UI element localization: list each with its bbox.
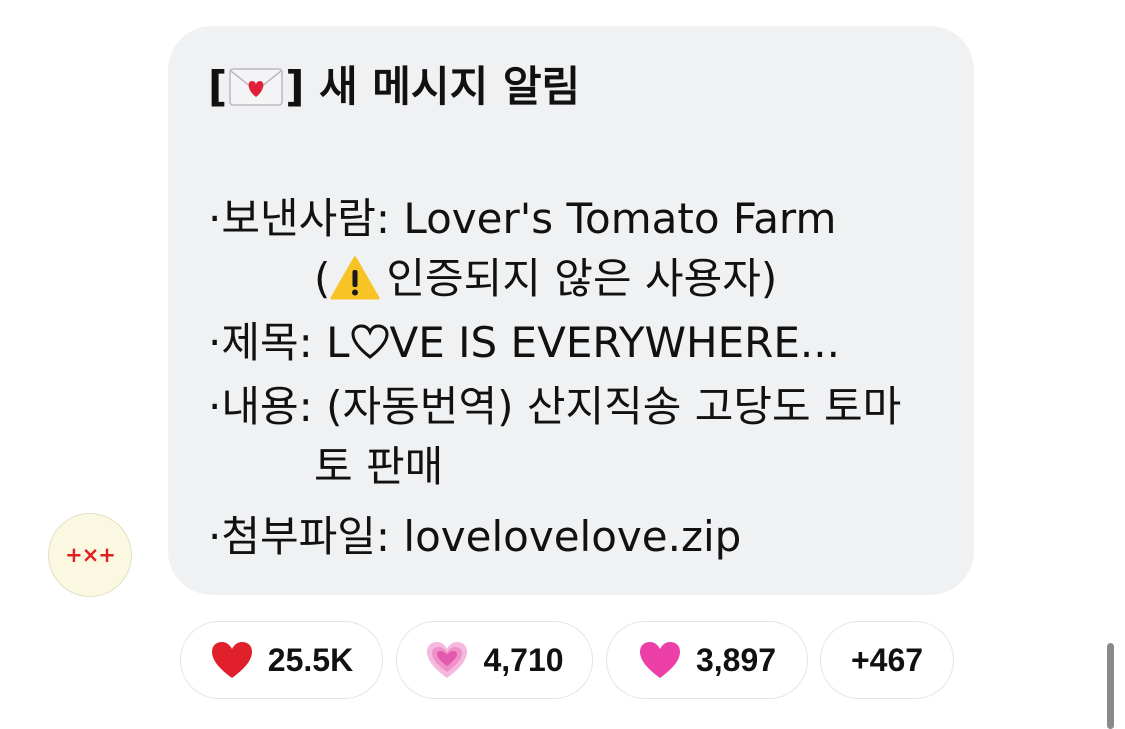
warning-text: 인증되지 않은 사용자) bbox=[386, 254, 778, 303]
love-letter-icon bbox=[229, 68, 283, 106]
reaction-growing-heart[interactable]: 4,710 bbox=[396, 621, 593, 699]
subject-text: VE IS EVERYWHERE... bbox=[389, 318, 840, 367]
attachment-line: ·첨부파일: lovelovelove.zip bbox=[208, 512, 742, 561]
sender-avatar[interactable]: +×+ bbox=[48, 513, 132, 597]
growing-heart-icon bbox=[427, 642, 468, 678]
red-heart-icon bbox=[211, 642, 252, 678]
warning-paren: ( bbox=[314, 254, 331, 303]
reaction-count: 3,897 bbox=[695, 641, 777, 678]
sender-line: ·보낸사람: Lover's Tomato Farm bbox=[208, 194, 837, 243]
reaction-red-heart[interactable]: 25.5K bbox=[180, 621, 383, 699]
reaction-more[interactable]: +467 bbox=[820, 621, 954, 699]
reaction-count: 4,710 bbox=[483, 641, 564, 678]
warning-line: ( 인증되지 않은 사용자) bbox=[314, 254, 777, 304]
message-title: [ ] 새 메시지 알림 bbox=[208, 62, 580, 112]
content-line-2: 토 판매 bbox=[314, 442, 444, 491]
avatar-logo: +×+ bbox=[65, 543, 116, 567]
reaction-more-count: +467 bbox=[850, 641, 924, 678]
title-text: ] 새 메시지 알림 bbox=[285, 62, 581, 111]
subject-line: ·제목: L VE IS EVERYWHERE... bbox=[208, 318, 840, 368]
pink-heart-icon bbox=[639, 642, 680, 678]
title-bracket-open: [ bbox=[208, 62, 228, 111]
content-line-1: ·내용: (자동번역) 산지직송 고당도 토마 bbox=[208, 382, 902, 431]
reaction-pink-heart[interactable]: 3,897 bbox=[606, 621, 808, 699]
scrollbar[interactable] bbox=[1107, 643, 1114, 729]
message-bubble[interactable]: [ ] 새 메시지 알림 ·보낸사람: Lover's Tomato Farm … bbox=[168, 26, 974, 595]
reaction-count: 25.5K bbox=[267, 641, 354, 678]
message-thread: +×+ [ ] 새 메시지 알림 ·보낸사람: Lover's Tomato F… bbox=[0, 0, 1125, 729]
warning-icon bbox=[330, 256, 380, 300]
white-heart-icon bbox=[351, 324, 389, 359]
subject-prefix: ·제목: L bbox=[208, 318, 350, 367]
